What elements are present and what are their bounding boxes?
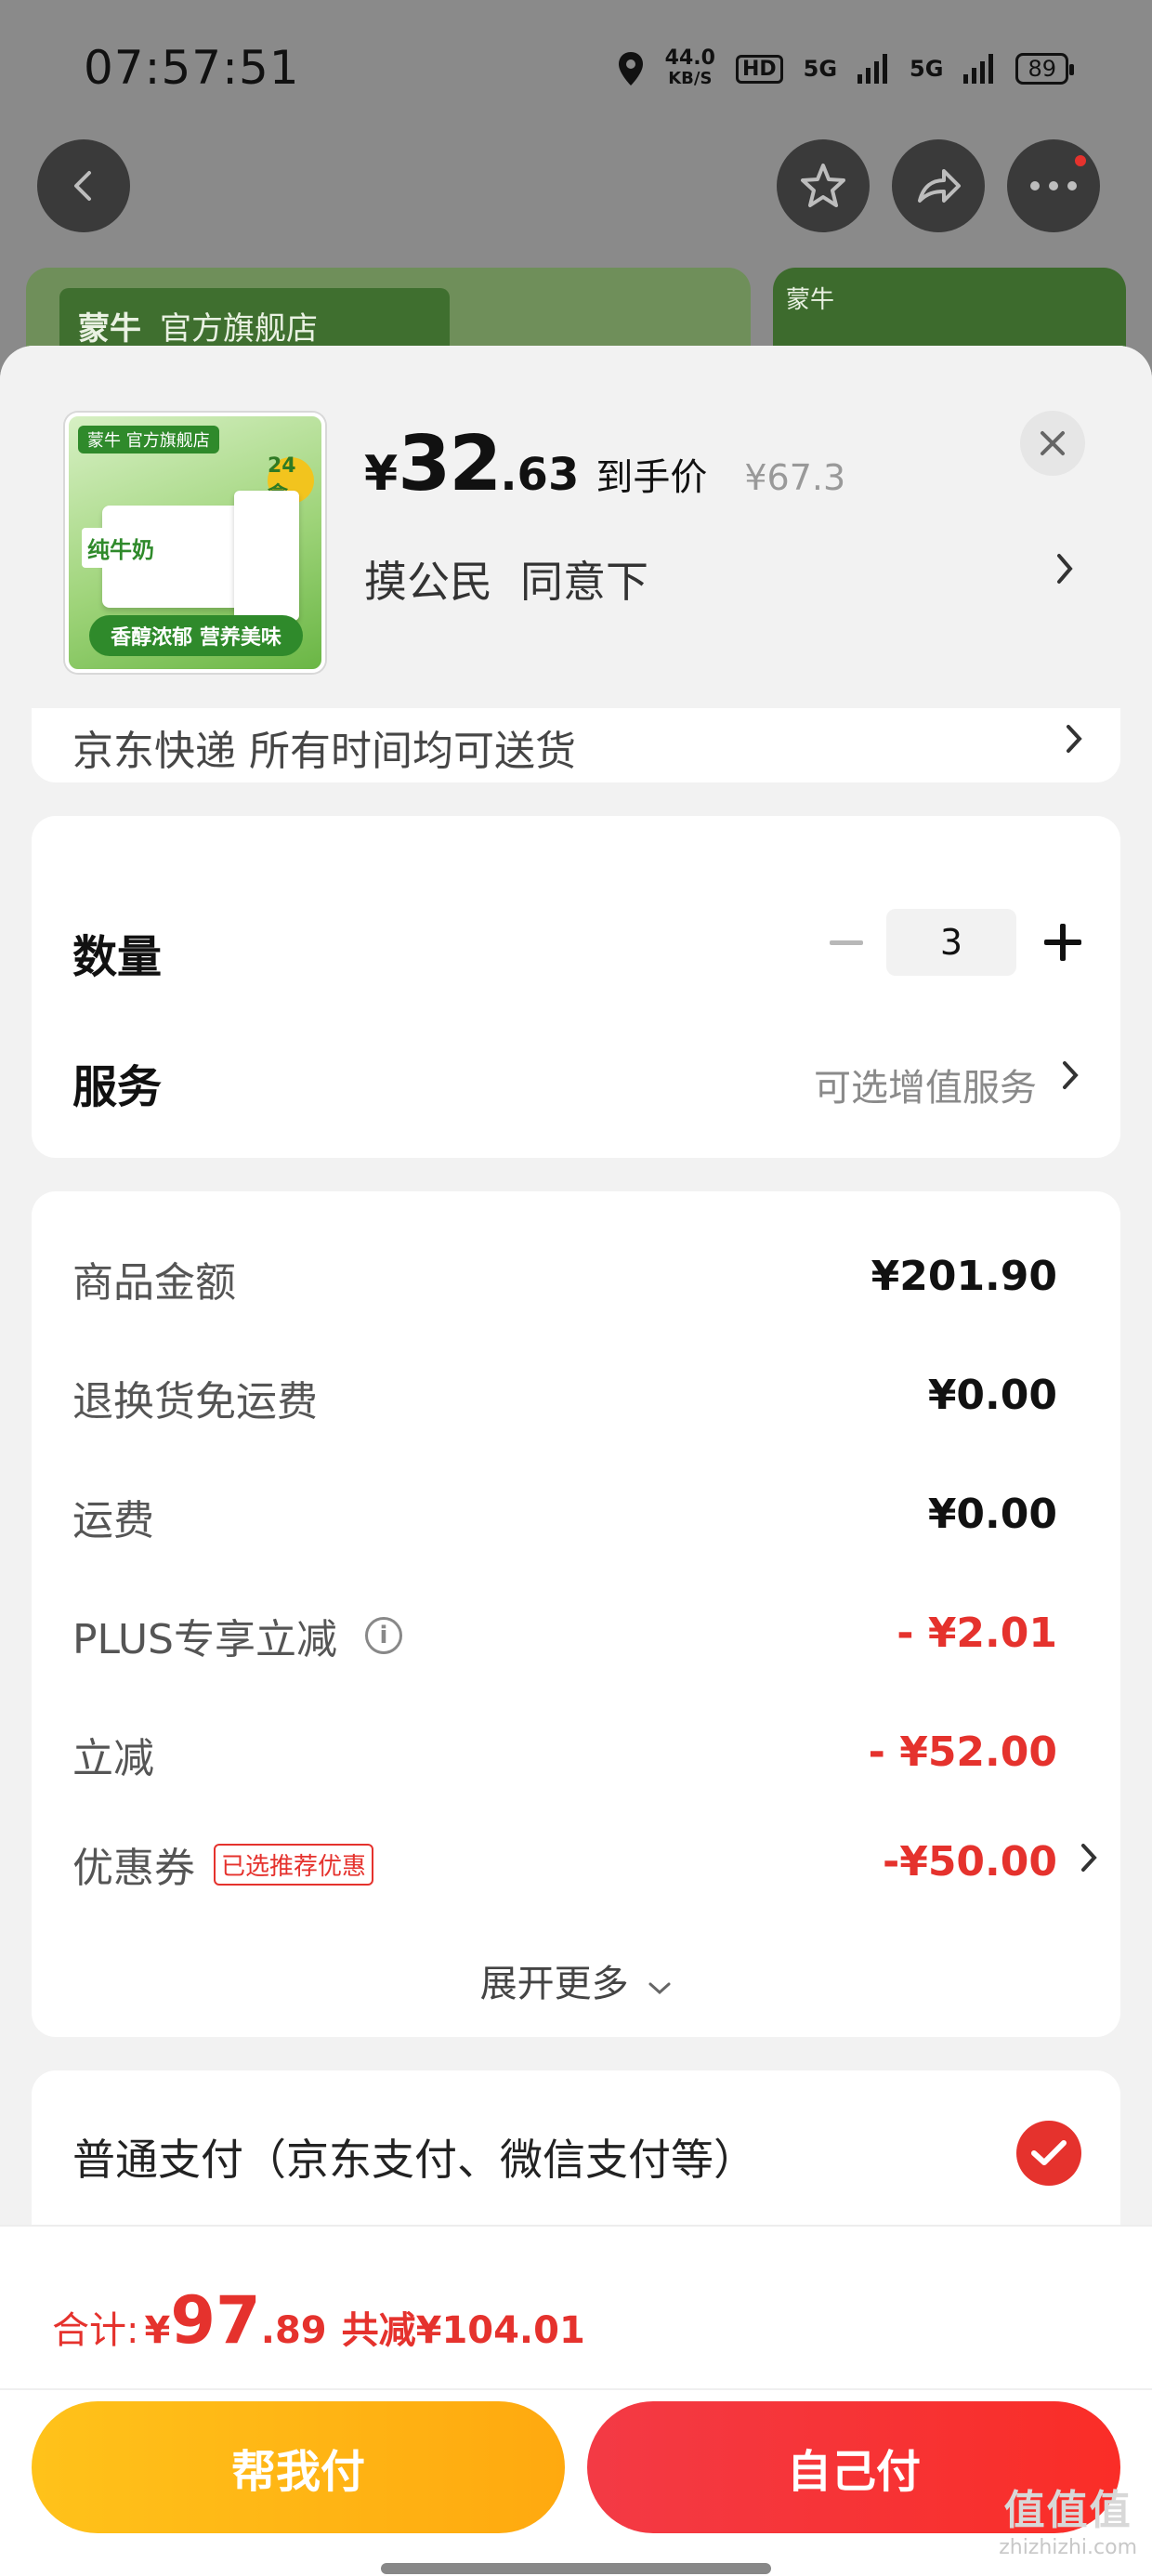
fee-label: PLUS专享立减 i: [72, 1606, 402, 1665]
fee-value: ¥0.00: [927, 1491, 1057, 1538]
original-price: ¥67.3: [744, 457, 846, 498]
expand-more-label: 展开更多: [479, 1963, 629, 2005]
watermark-logo: 值值值: [1003, 2487, 1132, 2534]
fee-row: 退换货免运费 ¥0.00: [72, 1368, 1057, 1442]
footer-divider: [0, 2388, 1152, 2390]
home-indicator[interactable]: [381, 2563, 771, 2574]
net-speed-value: 44.0: [664, 46, 715, 70]
thumb-store-label: 蒙牛 官方旗舰店: [78, 426, 219, 453]
store-banner-text: 官方旗舰店: [160, 309, 318, 348]
thumb-slogan: 香醇浓郁 营养美味: [89, 615, 303, 656]
status-icons: 44.0 KB/S HD 5G 5G 89: [617, 48, 1074, 89]
plus-icon: [1044, 924, 1081, 961]
fee-label: 立减: [72, 1735, 154, 1782]
sheet-header: 蒙牛 官方旗舰店 24盒 纯牛奶 香醇浓郁 营养美味 ¥ 32 .63 到手价 …: [0, 346, 1152, 708]
signal-bars-icon: [857, 54, 888, 84]
share-icon: [918, 169, 961, 203]
chevron-right-icon[interactable]: [1055, 552, 1074, 585]
fees-card: 商品金额 ¥201.90 退换货免运费 ¥0.00 运费 ¥0.00 PLUS专…: [32, 1191, 1120, 2037]
close-icon: [1041, 431, 1065, 455]
payment-selected-check[interactable]: [1016, 2121, 1081, 2186]
battery: 89: [1015, 53, 1074, 85]
quantity-increase-button[interactable]: [1035, 914, 1091, 970]
brand-logo: 蒙牛: [78, 309, 141, 348]
payment-method-label: 普通支付（京东支付、微信支付等）: [72, 2135, 756, 2185]
fee-row: 运费 ¥0.00: [72, 1487, 1057, 1561]
recipient-status: 同意下: [520, 557, 648, 607]
status-time: 07:57:51: [84, 41, 300, 95]
quantity-input[interactable]: 3: [886, 909, 1016, 976]
back-button[interactable]: [37, 139, 130, 232]
price-decimal: .63: [500, 449, 580, 501]
coupon-tag: 已选推荐优惠: [214, 1843, 374, 1886]
fee-value: -¥50.00: [882, 1838, 1057, 1886]
minus-icon: [830, 940, 863, 945]
fee-value: ¥201.90: [871, 1253, 1057, 1300]
checkout-sheet: 京东快递 所有时间均可送货 数量 3 服务 可选增值服务 商品金额 ¥201.9…: [0, 346, 1152, 2576]
total-integer: 97: [170, 2282, 261, 2359]
star-icon: [801, 164, 845, 207]
fee-row: 商品金额 ¥201.90: [72, 1249, 1057, 1323]
price-integer: 32: [398, 420, 502, 508]
delivery-text: 京东快递 所有时间均可送货: [72, 728, 576, 775]
fee-value: - ¥52.00: [868, 1728, 1057, 1776]
expand-more-button[interactable]: 展开更多: [32, 1953, 1120, 2007]
back-arrow-icon: [74, 171, 91, 201]
fee-row: 立减 - ¥52.00: [72, 1725, 1057, 1799]
total-decimal: .89: [260, 2309, 327, 2352]
more-dots-icon: [1030, 181, 1077, 191]
location-icon: [618, 52, 643, 85]
notification-dot: [1072, 152, 1089, 169]
brand-logo-small: 蒙牛: [786, 286, 835, 314]
net-speed: 44.0 KB/S: [665, 48, 715, 89]
share-button[interactable]: [892, 139, 985, 232]
quantity-decrease-button[interactable]: [823, 920, 870, 966]
fee-row-plus: PLUS专享立减 i - ¥2.01: [72, 1606, 1057, 1680]
fee-value: ¥0.00: [927, 1372, 1057, 1419]
thumb-milk-label: 纯牛奶: [82, 528, 160, 568]
help-pay-button[interactable]: 帮我付: [32, 2401, 565, 2533]
quantity-label: 数量: [72, 931, 163, 983]
hd-badge: HD: [735, 54, 783, 84]
checkout-footer: 合计: ¥ 97 .89 共减¥104.01 帮我付 自己付 值值值 zhizh…: [0, 2227, 1152, 2576]
watermark: 值值值 zhizhizhi.com: [999, 2477, 1137, 2559]
fee-label: 退换货免运费: [72, 1378, 318, 1426]
check-icon: [1031, 2140, 1067, 2165]
fee-label: 优惠券 已选推荐优惠: [72, 1834, 374, 1894]
fee-label-text: 优惠券: [72, 1845, 195, 1892]
signal-5g-2: 5G: [910, 56, 944, 82]
chevron-right-icon[interactable]: [1080, 1842, 1098, 1873]
recipient-row[interactable]: 摸公民 同意下: [364, 548, 648, 610]
price-row: ¥ 32 .63 到手价 ¥67.3: [364, 420, 845, 508]
product-thumbnail: 蒙牛 官方旗舰店 24盒 纯牛奶 香醇浓郁 营养美味: [65, 413, 325, 673]
service-value[interactable]: 可选增值服务: [814, 1058, 1037, 1111]
coupon-row[interactable]: 优惠券 已选推荐优惠 -¥50.00: [72, 1834, 1097, 1909]
chevron-down-icon: [648, 1982, 671, 1995]
fee-label-text: PLUS专享立减: [72, 1616, 337, 1663]
total-label: 合计:: [52, 2309, 139, 2352]
recipient-name: 摸公民: [364, 557, 492, 607]
status-bar: 07:57:51 44.0 KB/S HD 5G 5G 89: [0, 0, 1152, 139]
close-button[interactable]: [1020, 411, 1085, 476]
net-speed-unit: KB/S: [668, 69, 713, 88]
service-label: 服务: [72, 1061, 163, 1113]
total-row: 合计: ¥ 97 .89 共减¥104.01: [52, 2282, 585, 2359]
chevron-right-icon[interactable]: [1061, 1059, 1080, 1091]
fee-value: - ¥2.01: [897, 1610, 1057, 1657]
more-button[interactable]: [1007, 139, 1100, 232]
favorite-button[interactable]: [777, 139, 870, 232]
total-saved: 共减¥104.01: [341, 2309, 585, 2352]
thumb-carton: [234, 491, 299, 621]
fee-label: 运费: [72, 1497, 154, 1544]
watermark-url: zhizhizhi.com: [999, 2536, 1137, 2559]
chevron-right-icon: [1067, 725, 1082, 753]
price-symbol: ¥: [364, 446, 399, 502]
info-icon[interactable]: i: [365, 1617, 402, 1654]
signal-5g-1: 5G: [803, 56, 838, 82]
price-label: 到手价: [596, 456, 708, 499]
total-symbol: ¥: [144, 2309, 171, 2352]
signal-bars-icon: [963, 54, 994, 84]
quantity-service-card: 数量 3 服务 可选增值服务: [32, 816, 1120, 1158]
fee-label: 商品金额: [72, 1259, 236, 1307]
